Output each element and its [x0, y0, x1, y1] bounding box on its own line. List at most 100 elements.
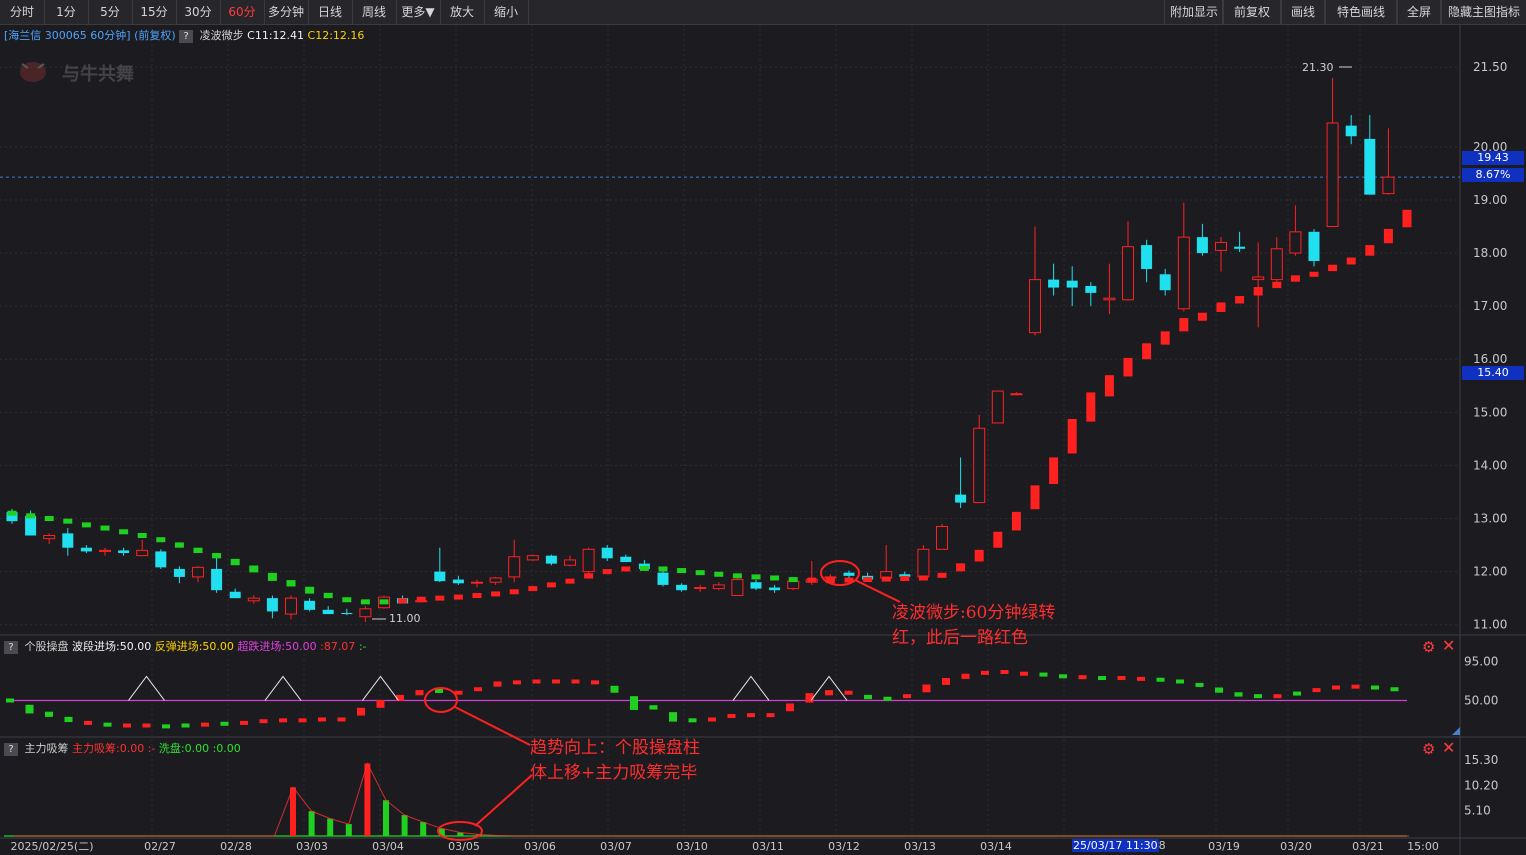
y-tick-label: 18.00	[1473, 246, 1507, 260]
help-icon[interactable]: ?	[4, 641, 18, 654]
lbwb-indicator-mark	[323, 592, 333, 599]
sub2-close-icon[interactable]: ✕	[1442, 738, 1455, 757]
lbwb-indicator-mark	[770, 575, 780, 581]
toolbar-btn-8[interactable]: 周线	[352, 0, 397, 24]
lbwb-indicator-mark	[379, 599, 389, 605]
lbwb-indicator-mark	[881, 576, 891, 582]
lbwb-indicator-mark	[1309, 271, 1319, 277]
toolbar-right-btn-4[interactable]: 全屏	[1396, 0, 1442, 24]
lbwb-indicator-mark	[286, 580, 296, 587]
lbwb-indicator-mark	[100, 525, 110, 531]
chart-canvas[interactable]: 2025/02/25(二) 02/27 02/28 03/03 03/04 03/05 03…	[0, 0, 1526, 855]
toolbar-btn-7[interactable]: 日线	[308, 0, 353, 24]
toolbar-btn-9[interactable]: 更多▼	[396, 0, 441, 24]
candle-body	[173, 568, 185, 577]
toolbar-right-btn-0[interactable]: 附加显示	[1164, 0, 1224, 24]
x-tick-label: 03/14	[980, 840, 1012, 853]
toolbar-right-btn-5[interactable]: 隐藏主图指标	[1440, 0, 1526, 24]
sub1-name[interactable]: 个股操盘	[25, 640, 69, 653]
stock-title[interactable]: [海兰信 300065 60分钟]	[4, 29, 131, 42]
y-tick-label: 21.50	[1473, 60, 1507, 74]
lbwb-indicator-mark	[863, 577, 873, 583]
lbwb-indicator-mark	[1197, 312, 1207, 321]
sub2-header: ? 主力吸筹 主力吸筹:0.00 :- 洗盘:0.00 :0.00	[4, 740, 241, 756]
sub2-name[interactable]: 主力吸筹	[25, 742, 69, 755]
help-icon[interactable]: ?	[4, 743, 18, 756]
x-tick-label: 03/10	[676, 840, 708, 853]
candle-body	[750, 582, 762, 589]
lbwb-indicator-mark	[565, 578, 575, 584]
lbwb-indicator-mark	[305, 586, 315, 594]
sub1-bar	[1020, 671, 1028, 676]
candle-body	[452, 579, 464, 584]
candle-body	[285, 597, 297, 615]
toolbar-btn-3[interactable]: 15分	[132, 0, 177, 24]
candle-body	[973, 427, 986, 504]
toolbar-btn-1[interactable]: 1分	[44, 0, 89, 24]
toolbar-btn-4[interactable]: 30分	[176, 0, 221, 24]
x-tick-label: 2025/02/25(二)	[11, 840, 94, 853]
sub1-settings-icon[interactable]: ⚙	[1422, 638, 1435, 656]
toolbar-btn-11[interactable]: 缩小	[484, 0, 529, 24]
candle-body	[1029, 279, 1041, 334]
sub1-bar	[591, 680, 599, 685]
toolbar-btn-5[interactable]: 60分	[220, 0, 265, 24]
lbwb-indicator-mark	[1067, 418, 1077, 454]
sub2-y-tick-label: 15.30	[1464, 753, 1498, 767]
candle-body	[936, 525, 948, 550]
x-tick-label: 03/03	[296, 840, 328, 853]
candle-body	[731, 579, 744, 596]
sub1-bar	[1195, 682, 1204, 687]
lbwb-indicator-mark	[1328, 264, 1338, 272]
indicator-name[interactable]: 凌波微步	[200, 29, 244, 42]
toolbar-btn-0[interactable]: 分时	[0, 0, 45, 24]
sub1-bar	[961, 673, 970, 679]
lbwb-indicator-mark	[342, 597, 352, 603]
sub1-bar	[1156, 677, 1165, 682]
lbwb-indicator-mark	[1402, 209, 1412, 228]
toolbar-right-btn-3[interactable]: 特色画线	[1324, 0, 1398, 24]
lbwb-indicator-mark	[156, 537, 166, 543]
sub1-bar	[1332, 685, 1340, 690]
lbwb-indicator-mark	[1011, 511, 1021, 531]
candle-body	[694, 587, 707, 590]
sub1-bar	[435, 688, 443, 693]
sub1-bar	[337, 717, 346, 722]
lbwb-indicator-mark	[416, 596, 426, 602]
sub1-bar	[396, 694, 404, 701]
y-tick-label: 11.00	[1473, 618, 1507, 632]
annotation-2-line1: 趋势向上：个股操盘柱	[530, 738, 700, 758]
sub1-f4: :87.07	[320, 640, 356, 653]
help-icon[interactable]: ?	[179, 30, 194, 43]
sub1-f5: :-	[358, 640, 367, 653]
sub1-bar	[922, 684, 931, 693]
main-chart-header: [海兰信 300065 60分钟] (前复权) ? 凌波微步 C11:12.41…	[4, 27, 364, 43]
toolbar-btn-6[interactable]: 多分钟	[264, 0, 309, 24]
time-cursor-date: 25/03/17 11:30	[1072, 839, 1159, 852]
time-cursor-suffix: 8	[1158, 839, 1166, 852]
sub1-close-icon[interactable]: ✕	[1442, 636, 1455, 655]
toolbar-right-btn-2[interactable]: 画线	[1280, 0, 1326, 24]
lbwb-indicator-mark	[1160, 331, 1170, 345]
lbwb-indicator-mark	[900, 576, 910, 582]
lbwb-indicator-mark	[528, 586, 538, 592]
candle-body	[247, 597, 260, 602]
candle-body	[43, 534, 56, 540]
sub1-bar	[825, 690, 833, 696]
candle-body	[434, 571, 446, 582]
candle-body	[769, 587, 781, 591]
toolbar-btn-10[interactable]: 放大	[440, 0, 485, 24]
sub1-bar	[649, 705, 658, 710]
indicator-c2: C12:12.16	[307, 29, 365, 42]
lbwb-indicator-mark	[751, 574, 761, 580]
sub2-f3: 洗盘:0.00	[158, 742, 210, 755]
candle-body	[1159, 274, 1171, 291]
sub2-bar	[364, 763, 371, 836]
candle-body	[843, 572, 855, 576]
candle-body	[341, 613, 353, 615]
lbwb-indicator-mark	[360, 599, 370, 605]
toolbar-btn-2[interactable]: 5分	[88, 0, 133, 24]
toolbar-right-btn-1[interactable]: 前复权	[1222, 0, 1282, 24]
sub2-settings-icon[interactable]: ⚙	[1422, 740, 1435, 758]
lbwb-indicator-mark	[937, 572, 947, 578]
